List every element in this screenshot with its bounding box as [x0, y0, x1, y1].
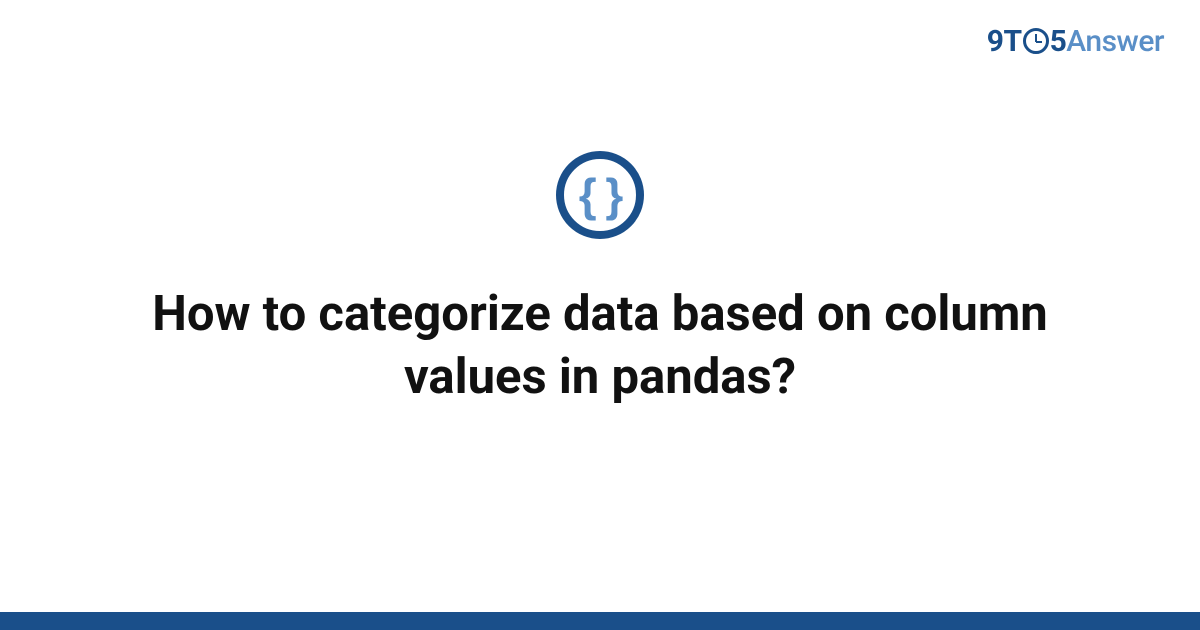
main-content: { } How to categorize data based on colu… — [0, 0, 1200, 630]
page-title: How to categorize data based on column v… — [100, 283, 1100, 408]
braces-symbol: { } — [579, 172, 622, 218]
bottom-accent-bar — [0, 612, 1200, 630]
code-braces-icon: { } — [556, 151, 644, 239]
